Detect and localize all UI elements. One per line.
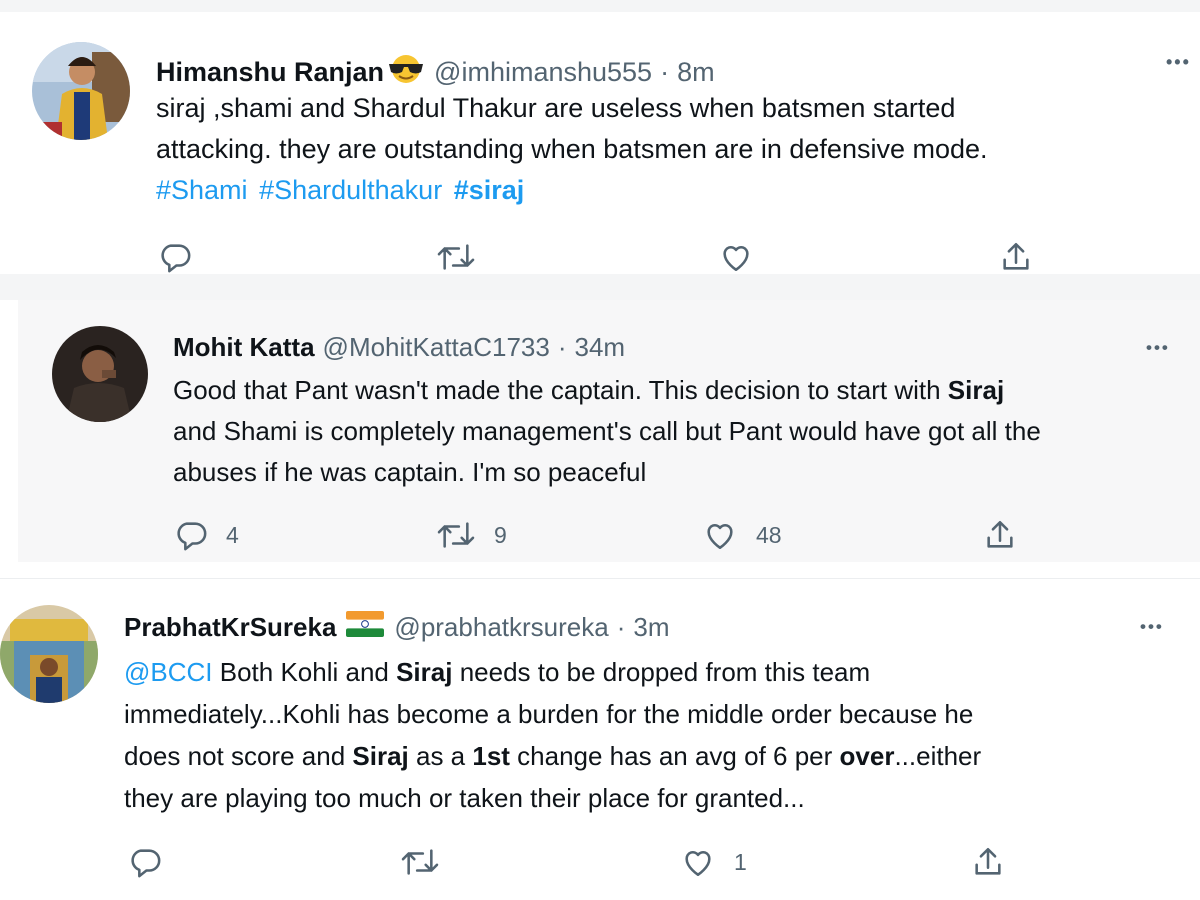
display-name[interactable]: Himanshu Ranjan bbox=[156, 57, 384, 88]
retweet-button[interactable]: 9 bbox=[436, 518, 507, 552]
handle[interactable]: @MohitKattaC1733 bbox=[323, 332, 550, 363]
heart-icon bbox=[707, 523, 733, 550]
heart-icon bbox=[723, 245, 749, 272]
retweet-button[interactable] bbox=[436, 240, 494, 274]
tweet-text: siraj ,shami and Shardul Thakur are usel… bbox=[156, 88, 1176, 211]
sunglasses-emoji-icon bbox=[386, 54, 426, 91]
reply-icon bbox=[177, 522, 207, 551]
handle[interactable]: @imhimanshu555 bbox=[434, 57, 652, 88]
timestamp[interactable]: 3m bbox=[633, 612, 669, 643]
reply-icon bbox=[131, 849, 161, 878]
share-icon bbox=[975, 847, 1001, 875]
divider bbox=[0, 274, 1200, 300]
share-icon bbox=[1003, 242, 1029, 270]
more-options-icon[interactable]: ••• bbox=[1166, 52, 1191, 73]
hashtag-link[interactable]: #siraj bbox=[454, 175, 525, 205]
tweet-text: Good that Pant wasn't made the captain. … bbox=[173, 370, 1183, 493]
reply-button[interactable] bbox=[158, 240, 210, 274]
share-button[interactable] bbox=[970, 845, 1006, 879]
highlighted-term: Siraj bbox=[352, 741, 409, 771]
tweet-text-line: they are playing too much or taken their… bbox=[124, 783, 805, 813]
avatar[interactable] bbox=[0, 605, 98, 703]
highlighted-term: 1st bbox=[472, 741, 510, 771]
heart-icon bbox=[685, 850, 711, 877]
tweet-header: PrabhatKrSureka @prabhatkrsureka · 3m bbox=[124, 607, 670, 647]
more-options-icon[interactable]: ••• bbox=[1146, 338, 1170, 358]
tweet-text-line: @BCCI Both Kohli and Siraj needs to be d… bbox=[124, 657, 871, 687]
retweet-icon bbox=[437, 244, 475, 270]
display-name[interactable]: PrabhatKrSureka bbox=[124, 612, 336, 643]
tweet-card[interactable]: Mohit Katta @MohitKattaC1733 · 34m ••• G… bbox=[18, 300, 1200, 562]
reply-button[interactable]: 4 bbox=[174, 518, 239, 552]
like-button[interactable]: 1 bbox=[680, 845, 747, 879]
reply-button[interactable] bbox=[128, 845, 180, 879]
tweet-text-line: Good that Pant wasn't made the captain. … bbox=[173, 375, 1005, 405]
tweet-text-line: siraj ,shami and Shardul Thakur are usel… bbox=[156, 93, 956, 123]
avatar[interactable] bbox=[32, 42, 130, 140]
retweet-icon bbox=[401, 849, 439, 875]
tweet-card[interactable]: PrabhatKrSureka @prabhatkrsureka · 3m ••… bbox=[0, 578, 1200, 900]
separator: · bbox=[660, 56, 670, 87]
divider bbox=[0, 562, 1200, 578]
mention-link[interactable]: @BCCI bbox=[124, 657, 213, 687]
retweet-icon bbox=[437, 522, 475, 548]
highlighted-term: Siraj bbox=[947, 375, 1005, 405]
like-count: 1 bbox=[734, 848, 747, 875]
like-button[interactable] bbox=[718, 240, 772, 274]
separator: · bbox=[557, 331, 567, 362]
highlighted-term: Siraj bbox=[396, 657, 453, 687]
tweet-text-line: abuses if he was captain. I'm so peacefu… bbox=[173, 457, 647, 487]
like-button[interactable]: 48 bbox=[702, 518, 782, 552]
tweet-text-line: does not score and Siraj as a 1st change… bbox=[124, 741, 982, 771]
tweet-card[interactable]: Himanshu Ranjan @imhimanshu555 · 8m ••• … bbox=[0, 12, 1200, 274]
hashtag-line: #Shami #Shardulthakur #siraj bbox=[156, 170, 1176, 211]
retweet-button[interactable] bbox=[400, 845, 458, 879]
handle[interactable]: @prabhatkrsureka bbox=[394, 612, 608, 643]
timestamp[interactable]: 34m bbox=[575, 332, 626, 363]
tweet-text-line: immediately...Kohli has become a burden … bbox=[124, 699, 974, 729]
more-options-icon[interactable]: ••• bbox=[1140, 617, 1164, 637]
avatar[interactable] bbox=[52, 326, 148, 422]
tweet-text-line: attacking. they are outstanding when bat… bbox=[156, 134, 988, 164]
share-button[interactable] bbox=[998, 240, 1034, 274]
separator: · bbox=[616, 611, 626, 642]
india-flag-icon bbox=[346, 610, 385, 644]
like-count: 48 bbox=[756, 521, 782, 548]
retweet-count: 9 bbox=[494, 521, 507, 548]
timestamp[interactable]: 8m bbox=[677, 57, 715, 88]
reply-count: 4 bbox=[226, 521, 239, 548]
tweet-header: Mohit Katta @MohitKattaC1733 · 34m bbox=[173, 328, 625, 366]
display-name[interactable]: Mohit Katta bbox=[173, 332, 315, 363]
reply-icon bbox=[161, 244, 191, 273]
share-button[interactable] bbox=[982, 518, 1018, 552]
hashtag-link[interactable]: #Shami bbox=[156, 175, 248, 205]
highlighted-term: over bbox=[839, 741, 895, 771]
hashtag-link[interactable]: #Shardulthakur bbox=[259, 175, 442, 205]
tweet-text: @BCCI Both Kohli and Siraj needs to be d… bbox=[124, 651, 1184, 819]
tweet-text-line: and Shami is completely management's cal… bbox=[173, 416, 1041, 446]
share-icon bbox=[987, 520, 1013, 548]
top-divider bbox=[0, 0, 1200, 12]
